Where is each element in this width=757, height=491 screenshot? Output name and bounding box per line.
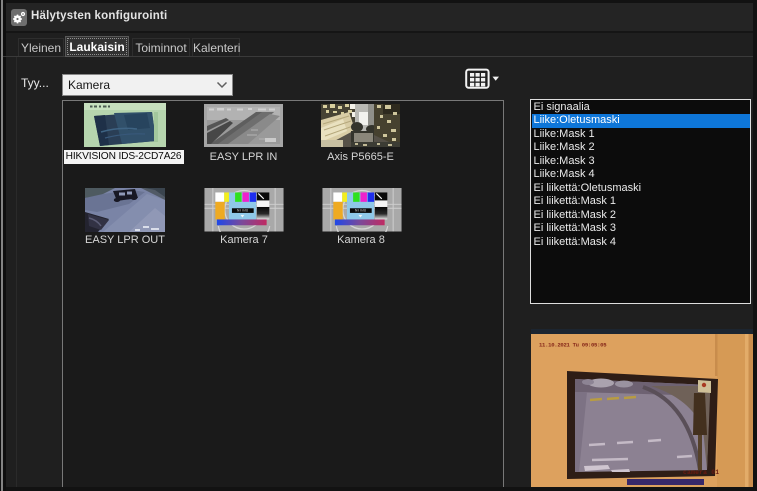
- svg-text:11.10.2021 Tu 09:05:05: 11.10.2021 Tu 09:05:05: [539, 342, 607, 349]
- svg-text:N i m tö: N i m tö: [355, 209, 366, 213]
- svg-text:N i m tö: N i m tö: [237, 209, 248, 213]
- svg-text:camera 01: camera 01: [683, 469, 719, 476]
